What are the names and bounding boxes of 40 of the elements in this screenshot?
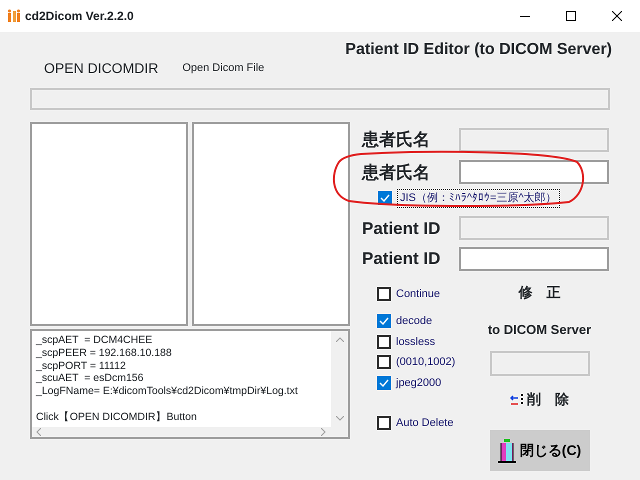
modify-button[interactable]: 修 正 [518,282,560,302]
list-box[interactable] [30,122,188,326]
scroll-down-icon[interactable] [336,416,344,421]
checkbox-label[interactable]: lossless [396,334,436,350]
send-label: to DICOM Server [488,320,592,338]
open-dicom-file-button[interactable]: Open Dicom File [182,60,264,76]
scroll-up-icon[interactable] [336,337,344,342]
maximize-icon [566,11,576,21]
delete-icon [510,394,524,406]
checkbox-label[interactable]: decode [396,313,432,330]
scroll-left-icon[interactable] [36,428,41,436]
checkbox[interactable] [377,286,391,301]
checkbox[interactable] [377,376,391,390]
checkbox[interactable] [377,355,391,370]
field-label: Patient ID [362,248,440,270]
field-label: 患者氏名 [362,129,430,151]
list-box[interactable] [192,122,350,326]
checkbox-label[interactable]: jpeg2000 [396,374,442,391]
checkbox[interactable] [377,314,391,328]
checkbox-label[interactable]: (0010,1002) [396,354,456,370]
input-field[interactable] [459,246,609,271]
close-icon [612,11,622,21]
delete-button[interactable]: 削 除 [527,389,569,410]
open-dicomdir-button[interactable]: OPEN DICOMDIR [44,58,158,79]
editor-title: Patient ID Editor (to DICOM Server) [345,40,612,60]
checkbox-label[interactable]: Continue [396,286,440,302]
app-icon [7,9,21,23]
checkbox-label[interactable]: JIS（例：ﾐﾊﾗ^ﾀﾛｳ=三原^太郎） [397,189,560,208]
checkbox-label[interactable]: Auto Delete [396,415,454,432]
scroll-right-icon[interactable] [321,428,326,436]
input-field[interactable] [459,160,609,184]
checkbox[interactable] [377,334,391,349]
close-dialog-button[interactable]: 閉じる(C) [490,430,590,471]
log-box[interactable]: _scpAET = DCM4CHEE _scpPEER = 192.168.10.188 _scpPORT = 11112 _scuAET = esDcm156 _LogFName= E:¥dicomTools¥cd2Dicom¥tmpDir¥Log.txt Click【OPEN DICOMDIR】Button [30,329,350,439]
window-title: cd2Dicom Ver.2.2.0 [25,8,134,25]
log-text: _scpAET = DCM4CHEE _scpPEER = 192.168.10.188 _scpPORT = 11112 _scuAET = esDcm156 _LogFName= E:¥dicomTools¥cd2Dicom¥tmpDir¥Log.txt Click【OPEN DICOMDIR】Button [32,331,331,427]
door-icon [498,438,516,462]
field-label: Patient ID [362,218,440,240]
checkbox[interactable] [377,416,391,430]
field-label: 患者氏名 [362,162,430,184]
